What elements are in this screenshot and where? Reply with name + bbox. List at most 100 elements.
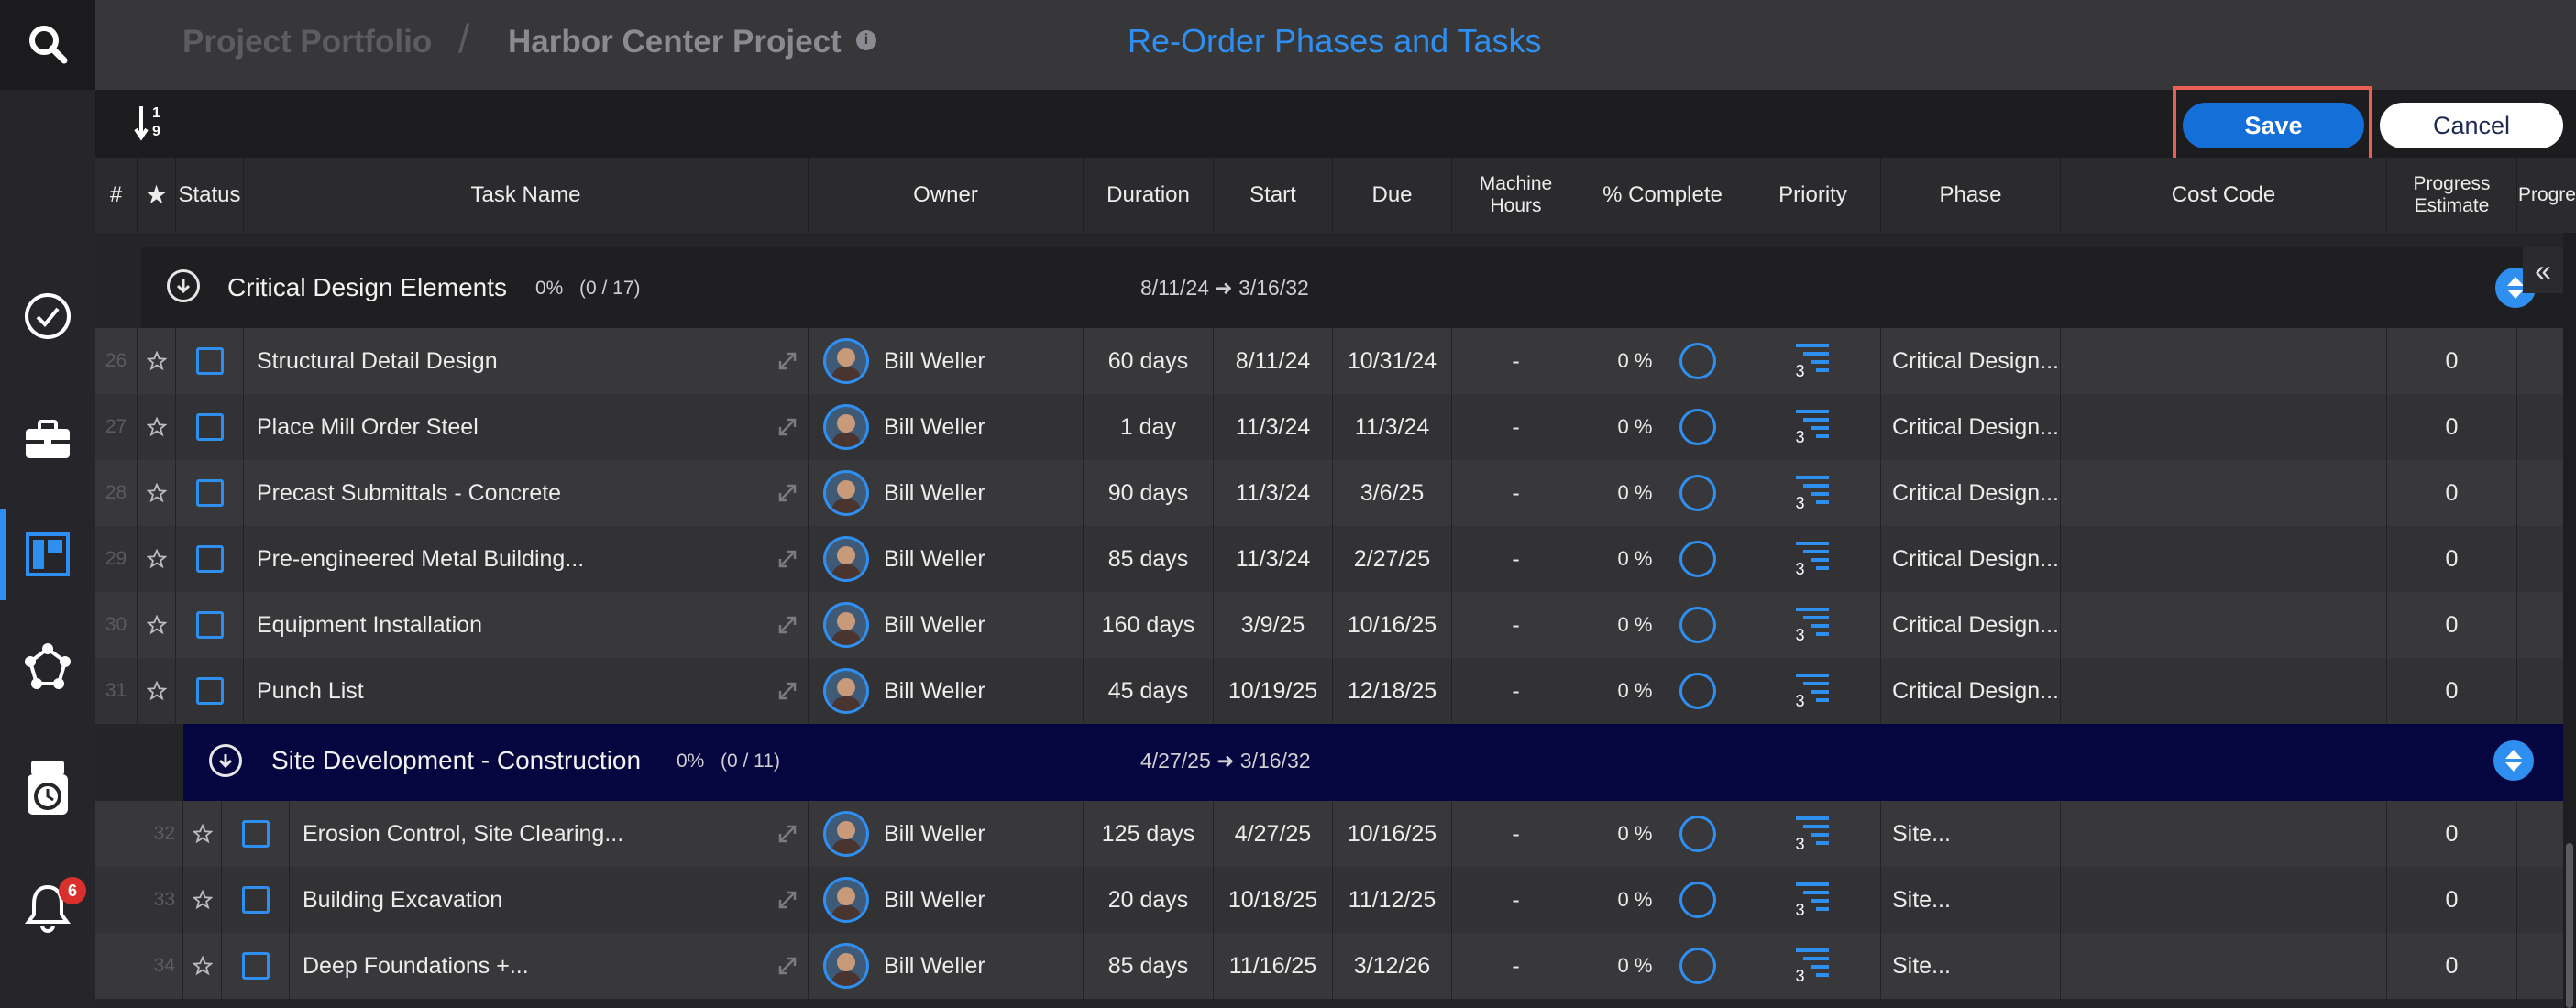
phase-cell[interactable]: Critical Design... [1881, 328, 2061, 394]
priority-cell[interactable]: 3 [1745, 592, 1881, 658]
cost-code-cell[interactable] [2061, 526, 2387, 592]
star-cell[interactable] [183, 801, 222, 867]
progress-estimate-value[interactable]: 0 [2387, 460, 2517, 526]
column-header-owner[interactable]: Owner [809, 158, 1084, 233]
duration-value[interactable]: 60 days [1084, 328, 1214, 394]
machine-hours-value[interactable]: - [1452, 658, 1580, 724]
star-icon[interactable] [146, 615, 167, 635]
column-header-priority[interactable]: Priority [1745, 158, 1881, 233]
owner-cell[interactable]: Bill Weller [809, 526, 1084, 592]
group-row[interactable]: Site Development - Construction 0% (0 / … [183, 720, 2576, 801]
due-date[interactable]: 10/16/25 [1333, 592, 1452, 658]
status-cell[interactable] [176, 460, 244, 526]
collapse-panel-button[interactable]: « [2523, 247, 2563, 293]
cost-code-cell[interactable] [2061, 658, 2387, 724]
tasks-nav[interactable] [0, 279, 95, 353]
status-checkbox[interactable] [241, 820, 270, 848]
star-cell[interactable] [183, 933, 222, 999]
column-header-pct-complete[interactable]: % Complete [1580, 158, 1745, 233]
progress-ring-icon[interactable] [1679, 607, 1717, 643]
progress-estimate-value[interactable]: 0 [2387, 933, 2517, 999]
start-date[interactable]: 3/9/25 [1214, 592, 1333, 658]
priority-cell[interactable]: 3 [1745, 328, 1881, 394]
due-date[interactable]: 10/31/24 [1333, 328, 1452, 394]
priority-cell[interactable]: 3 [1745, 933, 1881, 999]
duration-value[interactable]: 1 day [1084, 394, 1214, 460]
progress-estimate-value[interactable]: 0 [2387, 801, 2517, 867]
expand-icon[interactable] [775, 887, 800, 913]
expand-icon[interactable] [775, 348, 800, 374]
phase-cell[interactable]: Site... [1881, 801, 2061, 867]
start-date[interactable]: 11/3/24 [1214, 394, 1333, 460]
column-header-duration[interactable]: Duration [1084, 158, 1214, 233]
start-date[interactable]: 11/3/24 [1214, 460, 1333, 526]
task-name-cell[interactable]: Equipment Installation [244, 592, 809, 658]
expand-icon[interactable] [775, 821, 800, 847]
progress-estimate-value[interactable]: 0 [2387, 658, 2517, 724]
progress-estimate-value[interactable]: 0 [2387, 592, 2517, 658]
machine-hours-value[interactable]: - [1452, 592, 1580, 658]
status-cell[interactable] [222, 867, 290, 933]
machine-hours-value[interactable]: - [1452, 801, 1580, 867]
table-row[interactable]: 33 Building Excavation Bill Weller 20 da… [95, 867, 2576, 933]
timeclock-nav[interactable] [0, 751, 95, 825]
star-icon[interactable] [146, 351, 167, 371]
duration-value[interactable]: 125 days [1084, 801, 1214, 867]
cost-code-cell[interactable] [2061, 460, 2387, 526]
cost-code-cell[interactable] [2061, 592, 2387, 658]
due-date[interactable]: 2/27/25 [1333, 526, 1452, 592]
machine-hours-value[interactable]: - [1452, 526, 1580, 592]
status-checkbox[interactable] [195, 413, 224, 441]
phase-cell[interactable]: Site... [1881, 867, 2061, 933]
machine-hours-value[interactable]: - [1452, 867, 1580, 933]
star-icon[interactable] [146, 549, 167, 569]
progress-ring-icon[interactable] [1679, 541, 1717, 577]
star-cell[interactable] [138, 394, 176, 460]
task-name-cell[interactable]: Precast Submittals - Concrete [244, 460, 809, 526]
task-name-cell[interactable]: Pre-engineered Metal Building... [244, 526, 809, 592]
network-nav[interactable] [0, 630, 95, 704]
status-cell[interactable] [222, 801, 290, 867]
phase-cell[interactable]: Critical Design... [1881, 460, 2061, 526]
start-date[interactable]: 4/27/25 [1214, 801, 1333, 867]
status-checkbox[interactable] [195, 677, 224, 705]
star-icon[interactable] [192, 890, 213, 910]
cancel-button[interactable]: Cancel [2380, 103, 2563, 148]
priority-cell[interactable]: 3 [1745, 394, 1881, 460]
column-header-progress-estimate[interactable]: Progress Estimate [2387, 158, 2517, 233]
pct-complete-cell[interactable]: 0 % [1580, 867, 1745, 933]
pct-complete-cell[interactable]: 0 % [1580, 933, 1745, 999]
task-name-cell[interactable]: Deep Foundations +... [290, 933, 809, 999]
status-cell[interactable] [176, 394, 244, 460]
table-row[interactable]: 28 Precast Submittals - Concrete Bill We… [95, 460, 2576, 526]
expand-icon[interactable] [775, 953, 800, 979]
collapse-icon[interactable] [209, 744, 242, 777]
owner-cell[interactable]: Bill Weller [809, 867, 1084, 933]
priority-cell[interactable]: 3 [1745, 658, 1881, 724]
search-button[interactable] [0, 0, 95, 90]
progress-estimate-value[interactable]: 0 [2387, 867, 2517, 933]
status-cell[interactable] [176, 526, 244, 592]
due-date[interactable]: 3/6/25 [1333, 460, 1452, 526]
star-cell[interactable] [138, 592, 176, 658]
column-header-phase[interactable]: Phase [1881, 158, 2061, 233]
cost-code-cell[interactable] [2061, 933, 2387, 999]
star-icon[interactable] [192, 956, 213, 976]
due-date[interactable]: 12/18/25 [1333, 658, 1452, 724]
cost-code-cell[interactable] [2061, 867, 2387, 933]
priority-cell[interactable]: 3 [1745, 867, 1881, 933]
status-cell[interactable] [176, 658, 244, 724]
priority-cell[interactable]: 3 [1745, 526, 1881, 592]
expand-icon[interactable] [775, 480, 800, 506]
progress-ring-icon[interactable] [1679, 673, 1717, 709]
column-header-status[interactable]: Status [176, 158, 244, 233]
duration-value[interactable]: 85 days [1084, 933, 1214, 999]
cost-code-cell[interactable] [2061, 801, 2387, 867]
duration-value[interactable]: 90 days [1084, 460, 1214, 526]
star-icon[interactable] [192, 824, 213, 844]
expand-icon[interactable] [775, 678, 800, 704]
machine-hours-value[interactable]: - [1452, 460, 1580, 526]
star-icon[interactable] [146, 417, 167, 437]
collapse-icon[interactable] [167, 269, 200, 302]
duration-value[interactable]: 45 days [1084, 658, 1214, 724]
